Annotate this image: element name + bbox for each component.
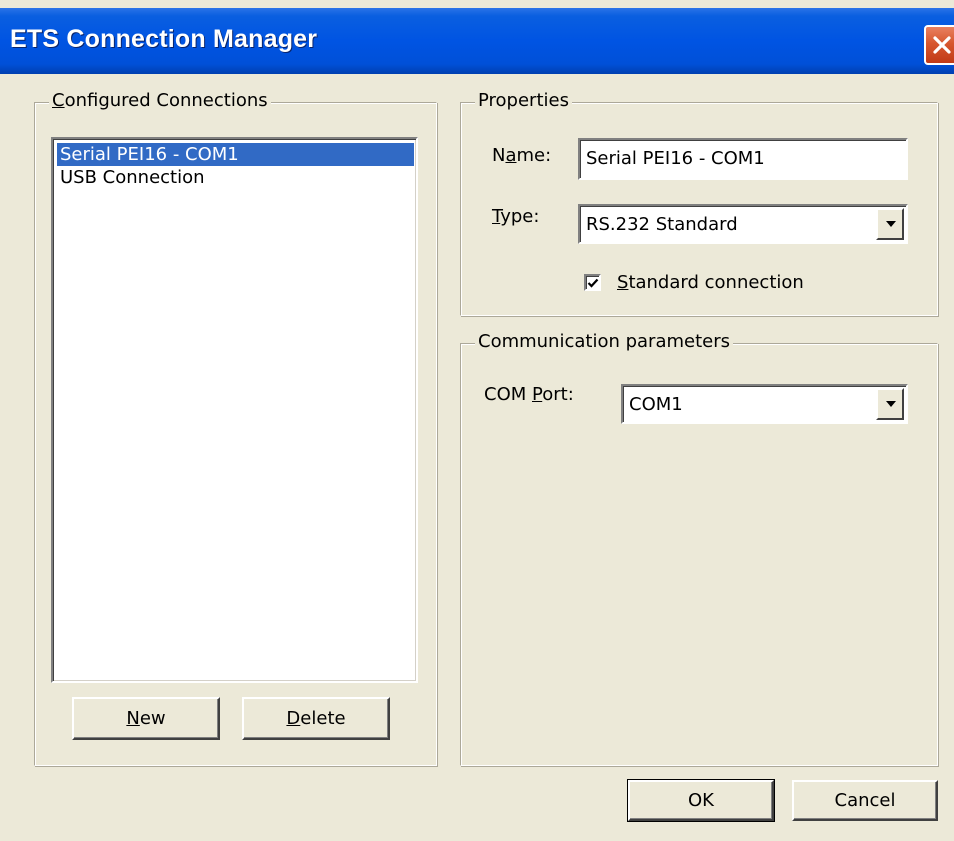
configured-connections-legend: Configured Connections [49,90,271,111]
close-icon [933,36,951,54]
dialog-window: ETS Connection Manager Configured Connec… [0,0,954,841]
name-label: Name: [492,145,552,166]
cancel-button[interactable]: Cancel [792,780,938,821]
communication-parameters-legend: Communication parameters [475,331,733,352]
type-select-value: RS.232 Standard [586,214,738,235]
type-label: Type: [492,206,540,227]
type-dropdown-button[interactable] [876,208,904,240]
properties-legend: Properties [475,90,572,111]
standard-connection-label[interactable]: Standard connection [617,272,804,293]
title-bar[interactable]: ETS Connection Manager [0,8,954,74]
list-item[interactable]: USB Connection [57,166,414,189]
list-item[interactable]: Serial PEI16 - COM1 [57,143,414,166]
new-button[interactable]: New [72,697,220,740]
name-field[interactable]: Serial PEI16 - COM1 [578,138,908,180]
chevron-down-icon [886,221,896,227]
standard-connection-checkbox[interactable] [584,274,601,291]
chevron-down-icon [886,401,896,407]
type-select[interactable]: RS.232 Standard [578,204,908,244]
ok-button[interactable]: OK [627,779,775,822]
connections-list[interactable]: Serial PEI16 - COM1 USB Connection [51,137,418,683]
com-port-select-value: COM1 [629,394,683,415]
window-title: ETS Connection Manager [10,25,318,53]
com-port-label: COM Port: [484,384,574,405]
com-port-dropdown-button[interactable] [876,388,904,420]
com-port-select[interactable]: COM1 [621,384,908,424]
delete-button[interactable]: Delete [242,697,390,740]
close-button[interactable] [924,25,954,65]
checkmark-icon [587,278,599,288]
